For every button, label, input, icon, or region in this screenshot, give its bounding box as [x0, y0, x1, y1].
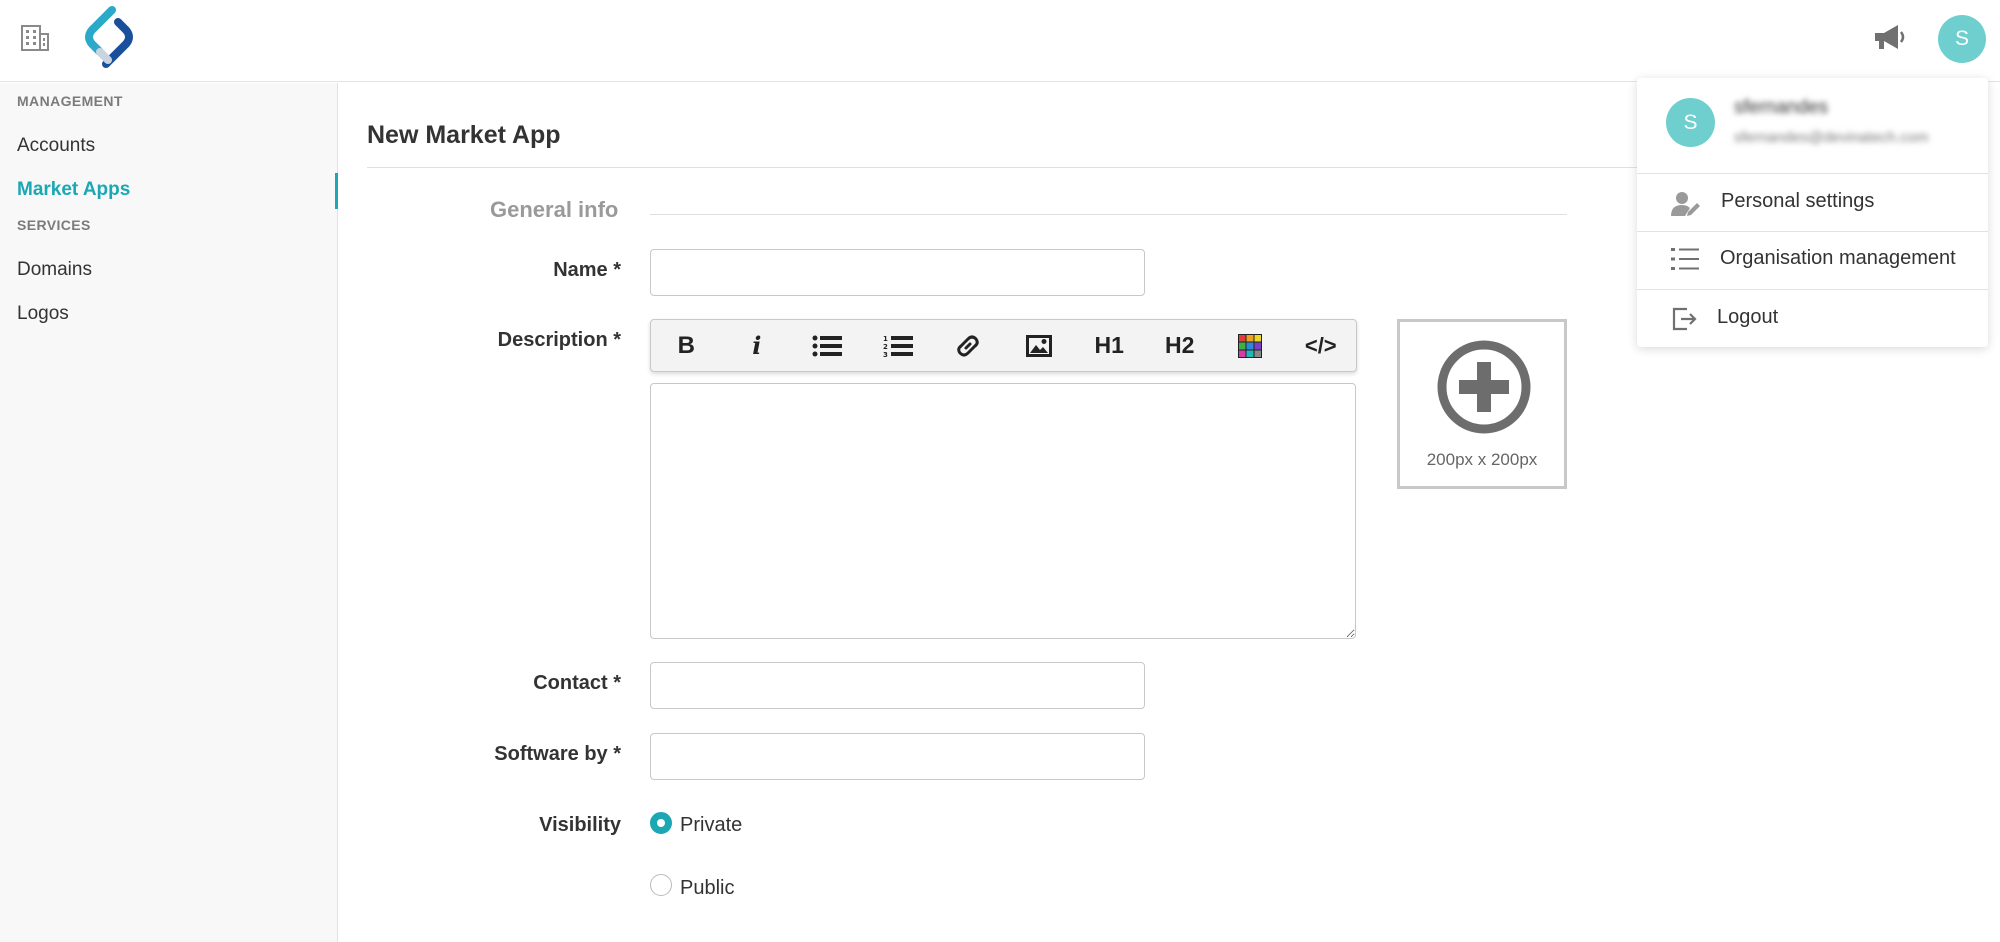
table-icon[interactable]: [1215, 319, 1286, 372]
sidebar-heading-services: SERVICES: [17, 217, 91, 233]
sidebar-item-logos[interactable]: Logos: [17, 303, 69, 325]
megaphone-icon[interactable]: [1872, 22, 1908, 52]
section-general-info: General info: [490, 197, 619, 222]
app-logo[interactable]: [78, 6, 140, 68]
heading2-button[interactable]: H2: [1145, 319, 1216, 372]
heading1-button[interactable]: H1: [1074, 319, 1145, 372]
menu-username: sfernandes: [1734, 97, 1829, 118]
section-divider: [650, 214, 1567, 215]
page-title: New Market App: [367, 121, 561, 149]
software-by-input[interactable]: [650, 733, 1145, 780]
sidebar-heading-management: MANAGEMENT: [17, 93, 123, 109]
visibility-label: Visibility: [539, 814, 621, 836]
menu-item-logout[interactable]: Logout: [1637, 291, 1988, 347]
menu-divider: [1637, 173, 1988, 174]
sidebar-item-market-apps[interactable]: Market Apps: [17, 179, 130, 201]
user-avatar[interactable]: S: [1938, 15, 1986, 63]
menu-item-personal-settings[interactable]: Personal settings: [1637, 175, 1988, 231]
software-by-label: Software by *: [494, 743, 621, 765]
user-edit-icon: [1671, 190, 1700, 216]
numbered-list-icon[interactable]: 1 2 3: [863, 319, 934, 372]
organisation-management-label: Organisation management: [1720, 247, 1956, 269]
description-editor[interactable]: [650, 383, 1356, 639]
menu-avatar: S: [1666, 98, 1715, 147]
description-label: Description *: [497, 329, 621, 351]
add-circle-icon: [1437, 340, 1531, 434]
visibility-private-label[interactable]: Private: [680, 814, 742, 837]
list-icon: [1671, 247, 1699, 273]
bold-button[interactable]: B: [651, 319, 722, 372]
title-divider: [367, 167, 1677, 168]
contact-input[interactable]: [650, 662, 1145, 709]
visibility-public-radio[interactable]: [650, 874, 672, 896]
contact-label: Contact *: [533, 672, 621, 694]
user-menu: S sfernandes sfernandes@devinatech.com P…: [1637, 78, 1988, 347]
visibility-public-label[interactable]: Public: [680, 877, 734, 900]
menu-item-organisation-management[interactable]: Organisation management: [1637, 232, 1988, 288]
sidebar-item-domains[interactable]: Domains: [17, 259, 92, 281]
image-upload[interactable]: 200px x 200px: [1397, 319, 1567, 489]
visibility-private-radio[interactable]: [650, 812, 672, 834]
name-input[interactable]: [650, 249, 1145, 296]
svg-text:2: 2: [883, 343, 888, 351]
sidebar-item-accounts[interactable]: Accounts: [17, 135, 95, 157]
svg-text:1: 1: [883, 335, 888, 343]
active-indicator: [335, 173, 338, 209]
name-label: Name *: [553, 259, 621, 281]
italic-button[interactable]: i: [722, 319, 793, 372]
code-button[interactable]: </>: [1286, 319, 1357, 372]
image-icon[interactable]: [1004, 319, 1075, 372]
svg-text:3: 3: [883, 351, 888, 358]
menu-divider: [1637, 289, 1988, 290]
image-size-hint: 200px x 200px: [1426, 450, 1538, 469]
top-bar: S: [0, 0, 2000, 82]
personal-settings-label: Personal settings: [1721, 190, 1875, 212]
link-icon[interactable]: [933, 319, 1004, 372]
sidebar: MANAGEMENT Accounts Market Apps SERVICES…: [0, 83, 338, 942]
logout-label: Logout: [1717, 306, 1779, 328]
bullet-list-icon[interactable]: [792, 319, 863, 372]
menu-email: sfernandes@devinatech.com: [1734, 129, 1929, 146]
logout-icon: [1671, 306, 1699, 332]
building-icon[interactable]: [20, 22, 50, 52]
editor-toolbar: B i 1 2 3 H1 H2 </>: [650, 319, 1357, 372]
